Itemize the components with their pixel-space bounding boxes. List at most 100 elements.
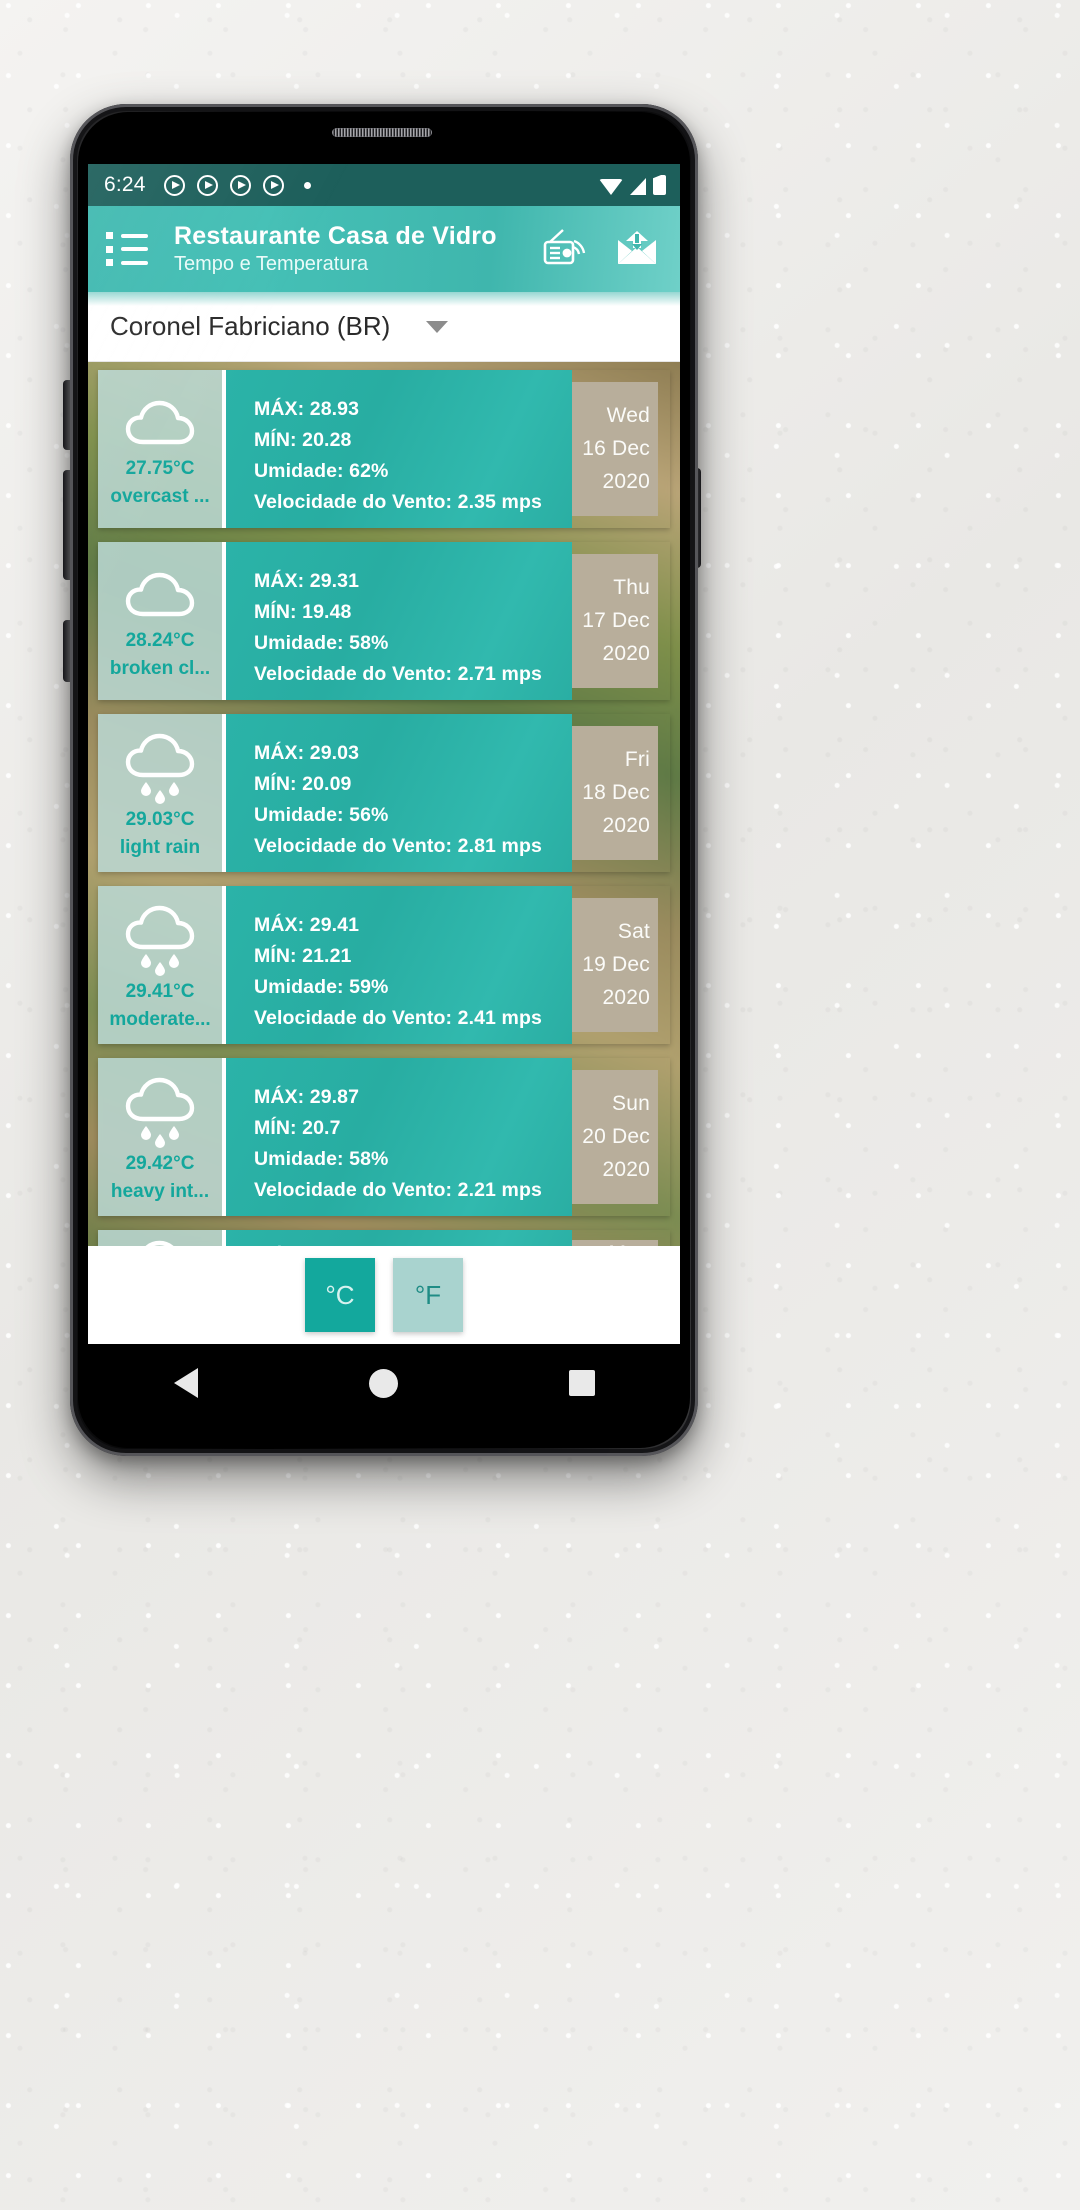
forecast-card-details: MÁX: 29.87: [222, 1230, 572, 1246]
android-nav-bar: [88, 1344, 680, 1422]
forecast-humidity: Umidade: 58%: [254, 1148, 389, 1170]
forecast-humidity: Umidade: 62%: [254, 460, 389, 482]
wifi-icon: [599, 179, 623, 195]
forecast-wind: Velocidade do Vento: 2.21 mps: [254, 1179, 542, 1201]
status-bar-system-icons: [599, 175, 666, 195]
forecast-card[interactable]: 29.42°C heavy int... MÁX: 29.87 MÍN: 20.…: [98, 1058, 670, 1216]
forecast-temp: 29.03°C: [125, 809, 195, 830]
unit-toggle-bar: °C °F: [88, 1246, 680, 1344]
volume-down-button[interactable]: [63, 470, 70, 580]
cloud-icon: [122, 568, 198, 624]
forecast-max: MÁX: 29.87: [254, 1086, 360, 1108]
back-icon[interactable]: [173, 1368, 198, 1398]
forecast-desc: overcast ...: [110, 486, 210, 507]
page-title: Restaurante Casa de Vidro: [174, 222, 497, 250]
forecast-weekday: Thu: [613, 576, 650, 599]
forecast-card[interactable]: 29.03°C light rain MÁX: 29.03 MÍN: 20.09…: [98, 714, 670, 872]
cloud-icon: [122, 396, 198, 452]
forecast-min: MÍN: 19.48: [254, 601, 352, 623]
forecast-card-summary: 29.42°C heavy int...: [98, 1058, 222, 1216]
forecast-card[interactable]: 27.75°C overcast ... MÁX: 28.93 MÍN: 20.…: [98, 370, 670, 528]
fahrenheit-button[interactable]: °F: [393, 1258, 463, 1332]
list-menu-icon[interactable]: [106, 232, 148, 266]
app-bar: Restaurante Casa de Vidro Tempo e Temper…: [88, 206, 680, 306]
phone-screen: 6:24 Restaurante Casa de Vidro Tempo e T…: [88, 164, 680, 1344]
play-circle-icon: [229, 174, 251, 196]
forecast-humidity: Umidade: 56%: [254, 804, 389, 826]
forecast-wind: Velocidade do Vento: 2.71 mps: [254, 663, 542, 685]
forecast-card[interactable]: MÁX: 29.87 Mon: [98, 1230, 670, 1246]
status-bar: 6:24: [88, 164, 680, 206]
home-icon[interactable]: [368, 1368, 398, 1398]
forecast-humidity: Umidade: 59%: [254, 976, 389, 998]
forecast-wind: Velocidade do Vento: 2.81 mps: [254, 835, 542, 857]
volume-up-button[interactable]: [63, 380, 70, 450]
forecast-max: MÁX: 29.03: [254, 742, 360, 764]
play-circle-icon: [262, 174, 284, 196]
signal-icon: [630, 178, 646, 195]
earpiece-speaker: [332, 128, 432, 137]
forecast-card-summary: 28.24°C broken cl...: [98, 542, 222, 700]
status-bar-notification-icons: [163, 174, 311, 196]
forecast-card[interactable]: 29.41°C moderate... MÁX: 29.41 MÍN: 21.2…: [98, 886, 670, 1044]
forecast-desc: moderate...: [109, 1009, 211, 1030]
forecast-year: 2020: [602, 814, 650, 837]
cloud-rain-icon: [122, 905, 198, 979]
forecast-daymonth: 17 Dec: [582, 609, 650, 632]
forecast-temp: 29.42°C: [125, 1153, 195, 1174]
forecast-temp: 28.24°C: [125, 630, 195, 651]
battery-icon: [653, 175, 666, 195]
page-subtitle: Tempo e Temperatura: [174, 253, 369, 275]
radio-button[interactable]: [542, 228, 588, 270]
forecast-card-summary: 29.41°C moderate...: [98, 886, 222, 1044]
cloud-icon: [122, 1236, 198, 1246]
forecast-daymonth: 16 Dec: [582, 437, 650, 460]
assistant-button[interactable]: [63, 620, 70, 682]
forecast-card-date: Thu 17 Dec 2020: [572, 554, 658, 688]
dot-icon: [303, 181, 311, 189]
forecast-year: 2020: [602, 470, 650, 493]
cloud-rain-icon: [122, 733, 198, 807]
forecast-max: MÁX: 28.93: [254, 398, 360, 420]
chevron-down-icon: [426, 320, 449, 333]
forecast-daymonth: 20 Dec: [582, 1125, 650, 1148]
forecast-card-summary: 29.03°C light rain: [98, 714, 222, 872]
envelope-download-icon: [618, 231, 656, 264]
forecast-card-details: MÁX: 29.31 MÍN: 19.48 Umidade: 58% Veloc…: [222, 542, 572, 700]
play-circle-icon: [163, 174, 185, 196]
app-bar-titles: Restaurante Casa de Vidro Tempo e Temper…: [174, 222, 497, 276]
city-selector-value: Coronel Fabriciano (BR): [110, 311, 391, 341]
forecast-card-summary: 27.75°C overcast ...: [98, 370, 222, 528]
forecast-card[interactable]: 28.24°C broken cl... MÁX: 29.31 MÍN: 19.…: [98, 542, 670, 700]
forecast-card-date: Sun 20 Dec 2020: [572, 1070, 658, 1204]
app-bar-actions: [542, 228, 666, 270]
forecast-card-date: Sat 19 Dec 2020: [572, 898, 658, 1032]
forecast-daymonth: 18 Dec: [582, 781, 650, 804]
forecast-list[interactable]: 27.75°C overcast ... MÁX: 28.93 MÍN: 20.…: [88, 362, 680, 1246]
forecast-min: MÍN: 20.09: [254, 773, 352, 795]
forecast-max: MÁX: 29.31: [254, 570, 360, 592]
forecast-year: 2020: [602, 642, 650, 665]
forecast-desc: broken cl...: [109, 658, 211, 679]
radio-icon: [543, 229, 586, 265]
forecast-min: MÍN: 20.28: [254, 429, 352, 451]
forecast-card-details: MÁX: 29.41 MÍN: 21.21 Umidade: 59% Veloc…: [222, 886, 572, 1044]
recents-icon[interactable]: [568, 1370, 595, 1396]
power-button[interactable]: [694, 468, 701, 568]
forecast-daymonth: 19 Dec: [582, 953, 650, 976]
forecast-desc: light rain: [119, 837, 201, 858]
forecast-card-summary: [98, 1230, 222, 1246]
forecast-weekday: Fri: [624, 748, 650, 771]
forecast-temp: 27.75°C: [125, 458, 195, 479]
forecast-max: MÁX: 29.41: [254, 914, 360, 936]
forecast-wind: Velocidade do Vento: 2.41 mps: [254, 1007, 542, 1029]
play-circle-icon: [196, 174, 218, 196]
celsius-button[interactable]: °C: [305, 1258, 375, 1332]
forecast-weekday: Sun: [612, 1092, 650, 1115]
forecast-desc: heavy int...: [110, 1181, 210, 1202]
forecast-temp: 29.41°C: [125, 981, 195, 1002]
forecast-card-details: MÁX: 29.03 MÍN: 20.09 Umidade: 56% Veloc…: [222, 714, 572, 872]
inbox-button[interactable]: [614, 228, 660, 270]
forecast-card-date: Wed 16 Dec 2020: [572, 382, 658, 516]
forecast-min: MÍN: 21.21: [254, 945, 352, 967]
